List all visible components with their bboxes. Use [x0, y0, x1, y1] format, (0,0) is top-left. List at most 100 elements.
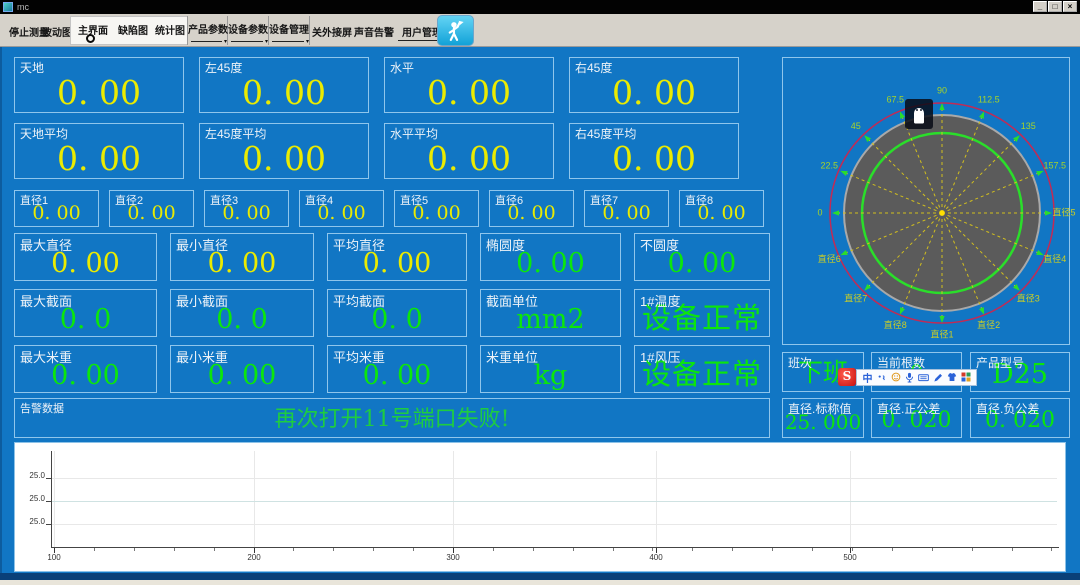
chart-minor-tick [852, 548, 853, 551]
gauge-arrow-icon [1013, 135, 1020, 142]
chart-vgrid [54, 451, 55, 547]
ime-toolbox-icon[interactable] [960, 371, 971, 384]
chart-hgrid [52, 478, 1057, 479]
ime-toolbar[interactable]: S 中 [838, 368, 977, 386]
toolbar: 停止测量 波动图 主界面 缺陷图 统计图 产品参数 ▾ 设备参数 ▾ 设备管理 … [0, 14, 1080, 47]
measure-panel: 不圆度0. 00 [634, 233, 770, 281]
gauge-arrow-icon [1013, 284, 1020, 291]
device-status-panel: 1#风压设备正常 [634, 345, 770, 393]
field-label: 米重单位 [486, 347, 538, 366]
x-tick-label: 400 [641, 554, 671, 562]
minimize-button[interactable]: _ [1033, 1, 1047, 12]
gauge-arrow-icon [864, 284, 871, 291]
x-tick-label: 100 [39, 554, 69, 562]
y-tick-label: 25.0 [17, 472, 45, 480]
field-label: 直径1 [20, 192, 48, 208]
stats-chart-button[interactable]: 统计图 [155, 22, 185, 37]
chart-minor-tick [214, 548, 215, 551]
ime-handwriting-icon[interactable] [932, 371, 943, 384]
x-tick-label: 300 [438, 554, 468, 562]
measure-panel: 直径80. 00 [679, 190, 764, 227]
field-label: 右45度 [575, 59, 612, 76]
ime-strip: 中 [856, 369, 977, 386]
field-label: 平均米重 [333, 347, 385, 366]
window-controls: _ □ × [1033, 1, 1077, 12]
ime-keyboard-icon[interactable] [918, 371, 929, 384]
dropdown-arrow-icon[interactable]: ▾ [265, 39, 268, 45]
measure-panel: 直径40. 00 [299, 190, 384, 227]
ime-punctuation-icon[interactable] [876, 371, 887, 384]
gauge-diameter-label: 直径1 [930, 328, 953, 339]
cross-section-gauge: 直径5157.5135112.59067.54522.50直径6直径7直径8直径… [782, 57, 1070, 345]
ime-microphone-icon[interactable] [904, 371, 915, 384]
ime-emoji-icon[interactable] [890, 371, 901, 384]
defect-chart-button[interactable]: 缺陷图 [118, 22, 148, 37]
field-label: 左45度 [205, 59, 242, 76]
chart-minor-tick [174, 548, 175, 551]
gauge-angle-label: 45 [851, 121, 861, 131]
chart-minor-tick [692, 548, 693, 551]
field-label: 最小截面 [176, 291, 228, 310]
ime-skin-icon[interactable] [946, 371, 957, 384]
measurement-row-1: 天地0. 00 左45度0. 00 水平0. 00 右45度0. 00 [14, 57, 739, 113]
gauge-arrow-icon [840, 250, 847, 255]
measure-panel: 最小直径0. 00 [170, 233, 314, 281]
field-label: 直径5 [400, 192, 428, 208]
gauge-arrow-icon [832, 210, 839, 215]
sogou-logo-icon[interactable]: S [838, 368, 856, 386]
operator-button[interactable] [437, 15, 474, 46]
gauge-diameter-label: 直径4 [1043, 253, 1066, 264]
maximize-button[interactable]: □ [1048, 1, 1062, 12]
close-button[interactable]: × [1063, 1, 1077, 12]
chart-minor-tick [652, 548, 653, 551]
chart-minor-tick [732, 548, 733, 551]
measure-panel: 右45度平均0. 00 [569, 123, 739, 179]
weight-stats-row: 最大米重0. 00 最小米重0. 00 平均米重0. 00 米重单位kg 1#风… [14, 345, 770, 393]
gauge-diameter-label: 直径6 [818, 253, 841, 264]
measure-panel: 左45度0. 00 [199, 57, 369, 113]
chart-vgrid [656, 451, 657, 547]
field-label: 右45度平均 [575, 125, 636, 142]
chart-minor-tick [533, 548, 534, 551]
measure-panel: 水平0. 00 [384, 57, 554, 113]
measure-panel: 天地0. 00 [14, 57, 184, 113]
measure-panel: 椭圆度0. 00 [480, 233, 621, 281]
device-params-button[interactable]: 设备参数 ▾ [228, 16, 269, 45]
user-mgmt-button[interactable]: 用户管理 [402, 24, 442, 39]
chart-vgrid [453, 451, 454, 547]
wave-chart-button[interactable]: 波动图 [42, 24, 72, 39]
measure-panel: 最大截面0. 0 [14, 289, 157, 337]
field-label: 最大米重 [20, 347, 72, 366]
measure-panel: 水平平均0. 00 [384, 123, 554, 179]
gauge-arrow-icon [1045, 210, 1052, 215]
window-title: mc [17, 2, 29, 12]
ime-chinese-mode[interactable]: 中 [862, 371, 873, 384]
field-label: 不圆度 [640, 235, 679, 254]
dropdown-arrow-icon[interactable]: ▾ [306, 39, 309, 45]
dropdown-arrow-icon[interactable]: ▾ [224, 39, 227, 45]
measure-panel: 左45度平均0. 00 [199, 123, 369, 179]
chart-minor-tick [613, 548, 614, 551]
gauge-arrow-icon [900, 307, 905, 314]
gauge-diameter-label: 直径7 [844, 293, 867, 304]
device-mgmt-button[interactable]: 设备管理 ▾ [269, 16, 310, 45]
field-label: 平均截面 [333, 291, 385, 310]
cursor-overlay [905, 99, 933, 129]
ext-screen-button[interactable]: 关外接屏 [312, 24, 352, 39]
measure-panel: 直径10. 00 [14, 190, 99, 227]
product-params-label: 产品参数 [188, 21, 227, 36]
chart-minor-tick [932, 548, 933, 551]
gauge-arrow-icon [939, 316, 944, 323]
field-label: 最小米重 [176, 347, 228, 366]
measure-panel: 天地平均0. 00 [14, 123, 184, 179]
field-label: 直径.标称值 [788, 400, 851, 417]
chart-minor-tick [972, 548, 973, 551]
field-label: 椭圆度 [486, 235, 525, 254]
sound-alarm-button[interactable]: 声音告警 [354, 24, 394, 39]
field-label: 直径8 [685, 192, 713, 208]
record-indicator-icon [86, 34, 95, 43]
gauge-arrow-icon [840, 171, 847, 176]
measure-panel: 直径60. 00 [489, 190, 574, 227]
measure-panel: 截面单位mm2 [480, 289, 621, 337]
product-params-button[interactable]: 产品参数 ▾ [187, 16, 228, 45]
